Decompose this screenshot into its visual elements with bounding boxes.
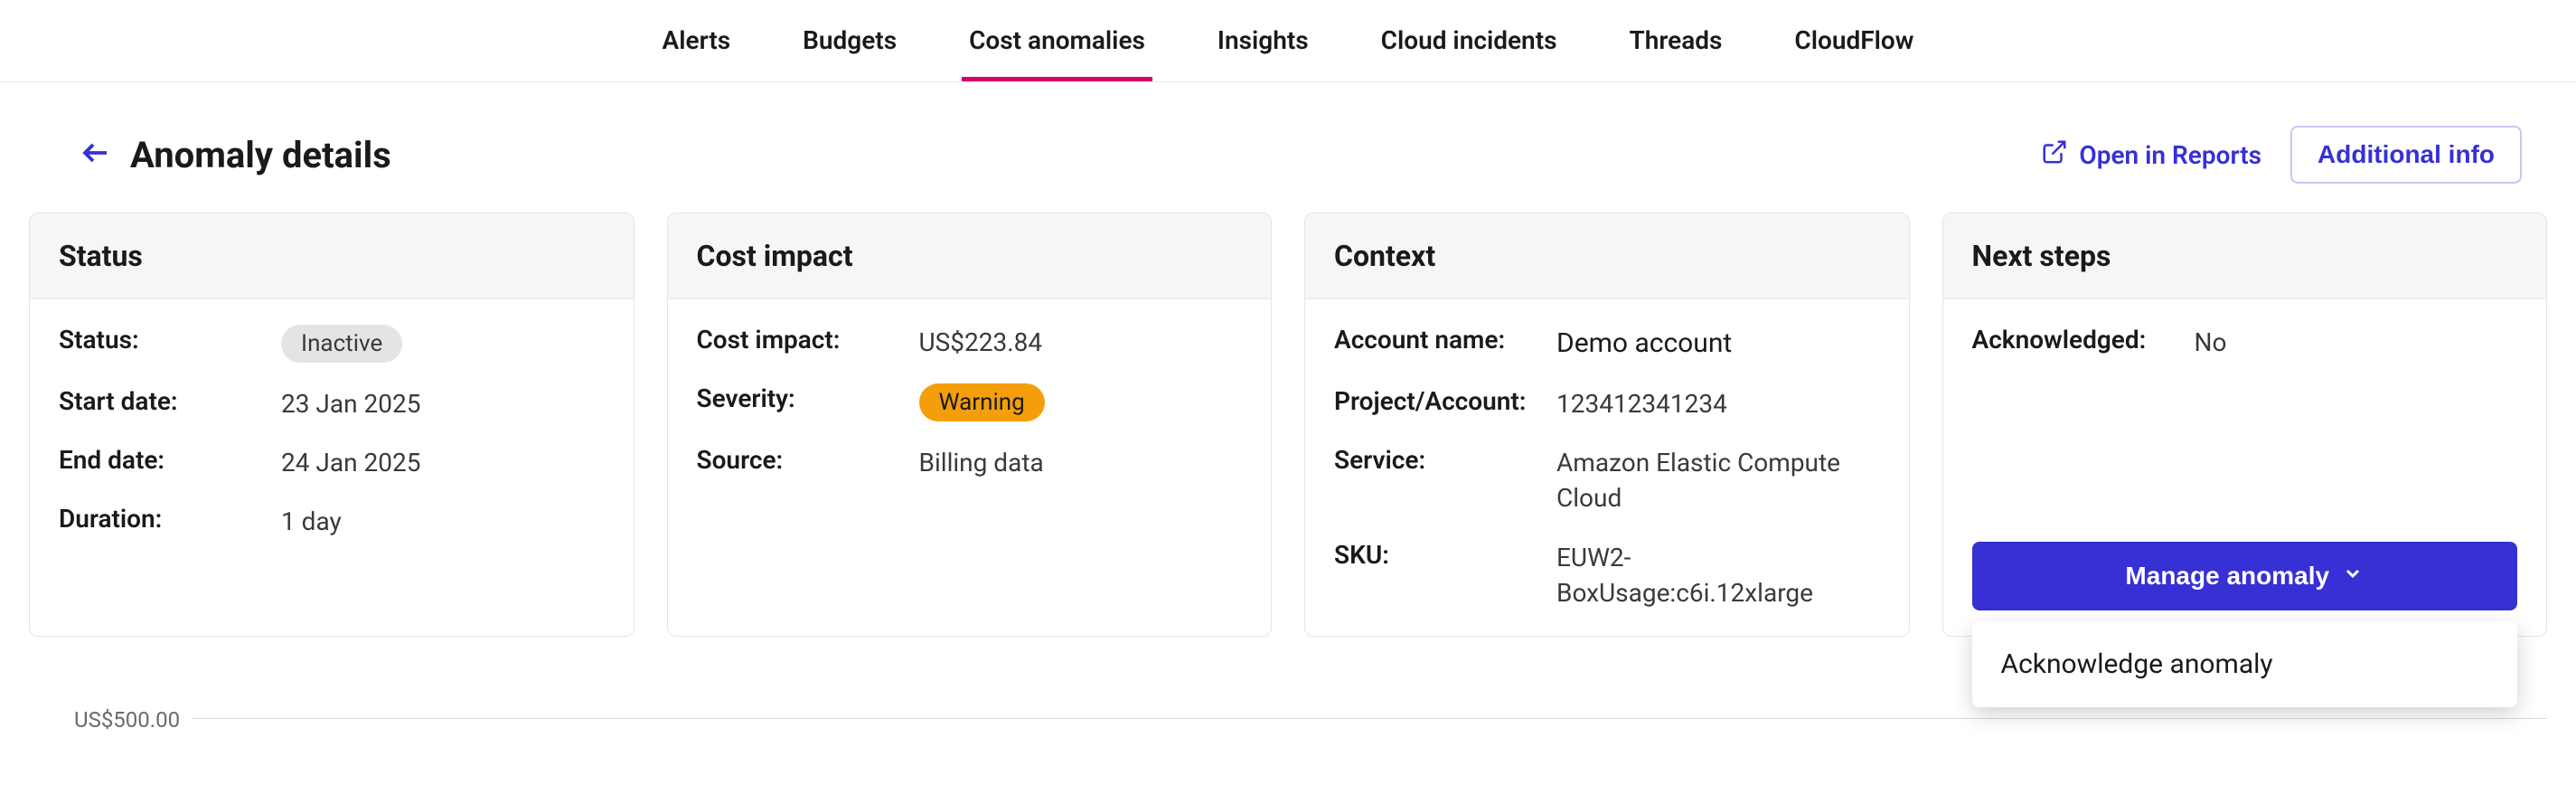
source-value: Billing data [919, 445, 1044, 480]
manage-anomaly-label: Manage anomaly [2125, 562, 2329, 591]
start-date-row: Start date: 23 Jan 2025 [59, 386, 605, 421]
y-axis-label-500: US$500.00 [74, 707, 180, 733]
page-title: Anomaly details [130, 134, 391, 176]
start-date-value: 23 Jan 2025 [281, 386, 420, 421]
duration-value: 1 day [281, 504, 342, 539]
cost-impact-value: US$223.84 [919, 325, 1043, 360]
account-name-value: Demo account [1556, 325, 1732, 363]
tab-budgets[interactable]: Budgets [795, 0, 904, 81]
service-label: Service: [1334, 445, 1542, 475]
sku-label: SKU: [1334, 540, 1542, 570]
y-gridline-500 [192, 718, 2547, 719]
tab-insights[interactable]: Insights [1210, 0, 1316, 81]
cost-impact-row: Cost impact: US$223.84 [697, 325, 1243, 360]
acknowledged-row: Acknowledged: No [1972, 325, 2518, 360]
cards-row: Status Status: Inactive Start date: 23 J… [0, 213, 2576, 637]
project-account-row: Project/Account: 123412341234 [1334, 386, 1880, 421]
source-label: Source: [697, 445, 905, 475]
manage-anomaly-wrap: Manage anomaly Acknowledge anomaly [1972, 542, 2518, 610]
sku-value: EUW2-BoxUsage:c6i.12xlarge [1556, 540, 1880, 610]
account-name-row: Account name: Demo account [1334, 325, 1880, 363]
sku-row: SKU: EUW2-BoxUsage:c6i.12xlarge [1334, 540, 1880, 610]
status-card-title: Status [30, 213, 634, 299]
service-row: Service: Amazon Elastic Compute Cloud [1334, 445, 1880, 515]
severity-label: Severity: [697, 383, 905, 413]
cost-impact-card-title: Cost impact [668, 213, 1272, 299]
tab-alerts[interactable]: Alerts [655, 0, 738, 81]
back-arrow-icon[interactable] [80, 137, 112, 173]
acknowledged-label: Acknowledged: [1972, 325, 2180, 355]
status-label: Status: [59, 325, 267, 355]
tab-cloudflow[interactable]: CloudFlow [1787, 0, 1921, 81]
context-card: Context Account name: Demo account Proje… [1304, 213, 1910, 637]
severity-value-wrap: Warning [919, 383, 1045, 421]
chevron-down-icon [2342, 562, 2364, 591]
severity-badge: Warning [919, 383, 1045, 421]
severity-row: Severity: Warning [697, 383, 1243, 421]
cost-impact-card: Cost impact Cost impact: US$223.84 Sever… [667, 213, 1273, 637]
manage-anomaly-button[interactable]: Manage anomaly [1972, 542, 2518, 610]
start-date-label: Start date: [59, 386, 267, 416]
page-header: Anomaly details Open in Reports Addition… [0, 82, 2576, 213]
status-row: Status: Inactive [59, 325, 605, 363]
next-steps-card: Next steps Acknowledged: No Manage anoma… [1942, 213, 2548, 637]
source-row: Source: Billing data [697, 445, 1243, 480]
project-account-value: 123412341234 [1556, 386, 1727, 421]
manage-anomaly-dropdown: Acknowledge anomaly [1972, 621, 2518, 707]
additional-info-button[interactable]: Additional info [2290, 126, 2522, 184]
page-header-left: Anomaly details [80, 134, 391, 176]
service-value: Amazon Elastic Compute Cloud [1556, 445, 1880, 515]
duration-row: Duration: 1 day [59, 504, 605, 539]
tab-cost-anomalies[interactable]: Cost anomalies [962, 0, 1152, 81]
status-badge: Inactive [281, 325, 402, 363]
page-header-right: Open in Reports Additional info [2041, 126, 2540, 184]
account-name-label: Account name: [1334, 325, 1542, 355]
open-in-reports-link[interactable]: Open in Reports [2041, 138, 2261, 172]
tab-threads[interactable]: Threads [1622, 0, 1730, 81]
duration-label: Duration: [59, 504, 267, 534]
status-card: Status Status: Inactive Start date: 23 J… [29, 213, 635, 637]
status-value-wrap: Inactive [281, 325, 402, 363]
next-steps-card-title: Next steps [1943, 213, 2547, 299]
end-date-row: End date: 24 Jan 2025 [59, 445, 605, 480]
project-account-label: Project/Account: [1334, 386, 1542, 416]
cost-impact-label: Cost impact: [697, 325, 905, 355]
end-date-value: 24 Jan 2025 [281, 445, 420, 480]
acknowledge-anomaly-item[interactable]: Acknowledge anomaly [1972, 629, 2518, 700]
context-card-title: Context [1305, 213, 1909, 299]
tab-cloud-incidents[interactable]: Cloud incidents [1374, 0, 1565, 81]
external-link-icon [2041, 138, 2068, 172]
acknowledged-value: No [2195, 325, 2227, 360]
end-date-label: End date: [59, 445, 267, 475]
open-in-reports-label: Open in Reports [2079, 140, 2261, 170]
tabs-bar: Alerts Budgets Cost anomalies Insights C… [0, 0, 2576, 82]
